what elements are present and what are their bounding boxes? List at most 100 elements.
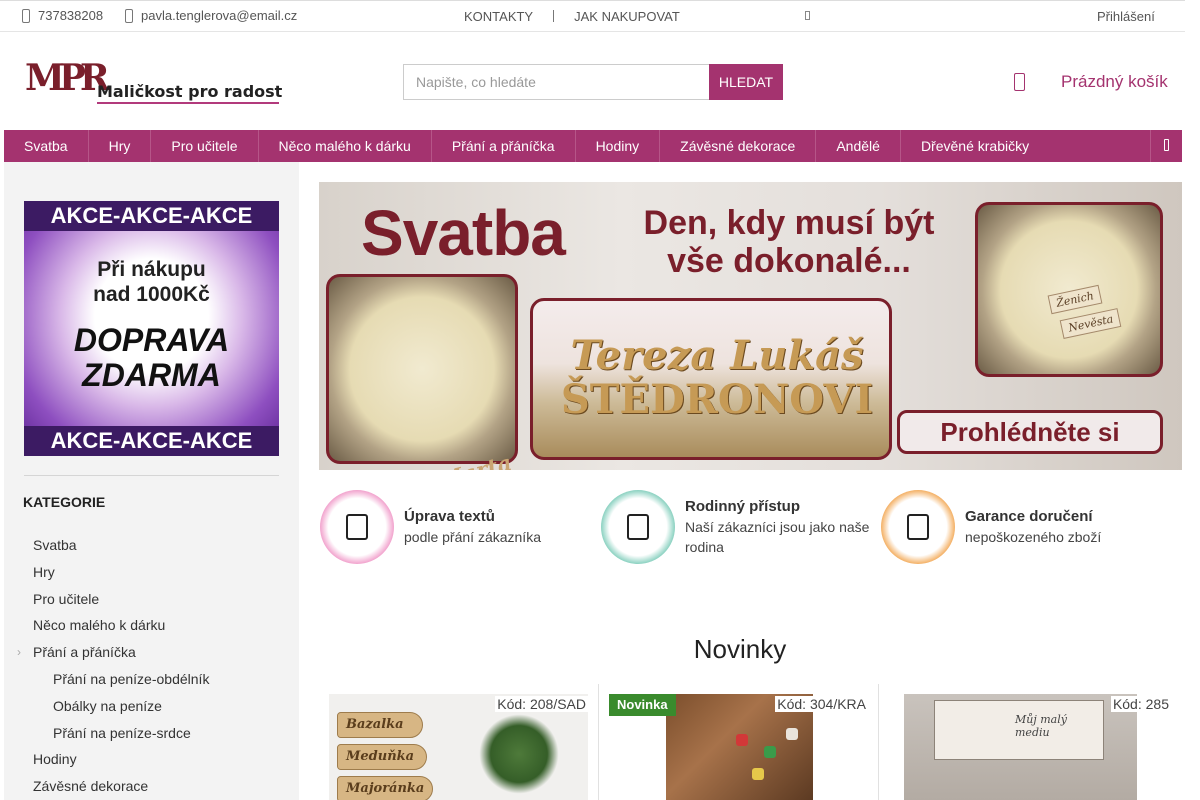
promo-top: AKCE-AKCE-AKCE — [24, 201, 279, 231]
cart-label: Prázdný košík — [1061, 72, 1168, 91]
product-code: Kód: 304/KRA — [775, 696, 868, 712]
email-address: pavla.tenglerova@email.cz — [141, 8, 298, 23]
category-item-hry[interactable]: Hry — [33, 559, 209, 586]
subcategory-item-srdce[interactable]: Přání na peníze-srdce — [33, 720, 209, 747]
top-links: KONTAKTY JAK NAKUPOVAT — [464, 9, 680, 24]
category-item-prani[interactable]: Přání a přáníčka — [17, 639, 209, 666]
email-contact[interactable]: pavla.tenglerova@email.cz — [125, 8, 297, 23]
cart[interactable]: Prázdný košík — [1014, 72, 1168, 92]
category-item-svatba[interactable]: Svatba — [33, 532, 209, 559]
phone-contact[interactable]: 737838208 — [22, 8, 103, 23]
banner-cta-button[interactable]: Prohlédněte si — [897, 410, 1163, 454]
subcategory-item-obalky[interactable]: Obálky na peníze — [33, 693, 209, 720]
nav-item-hry[interactable]: Hry — [89, 130, 152, 162]
logo-text: Maličkost pro radost — [97, 82, 283, 101]
category-item-pro-ucitele[interactable]: Pro učitele — [33, 586, 209, 613]
section-title-novinky: Novinky — [693, 634, 787, 664]
phone-icon — [22, 8, 30, 23]
promo-big-1: DOPRAVA — [73, 322, 230, 358]
category-item-hodiny[interactable]: Hodiny — [33, 746, 209, 773]
family-house-icon — [601, 490, 675, 564]
wooden-box-photo: Můj malý mediu — [934, 700, 1104, 760]
sidebar: AKCE-AKCE-AKCE Při nákupu nad 1000Kč DOP… — [4, 162, 299, 800]
product-label-plank: Bazalka — [337, 712, 423, 738]
product-card[interactable]: Novinka Kód: 304/KRA — [598, 684, 879, 800]
promo-subtitle: Při nákupu nad 1000Kč — [24, 257, 279, 307]
mail-icon — [125, 8, 133, 23]
banner-title: Svatba — [361, 197, 566, 269]
banner-headline: Den, kdy musí být vše dokonalé... — [619, 204, 959, 280]
banner-photo-plate-right — [975, 202, 1163, 377]
feature-subtitle: nepoškozeného zboží — [965, 529, 1102, 545]
subcategory-item-obdelnik[interactable]: Přání na peníze-obdélník — [33, 666, 209, 693]
search-input[interactable] — [403, 64, 709, 100]
logo-mark: MPR — [25, 57, 110, 99]
product-grid: Bazalka Meduňka Majoránka Kód: 208/SAD N… — [319, 684, 1181, 800]
dice-photo — [764, 746, 776, 758]
logo-underline — [97, 102, 279, 104]
top-bar: 737838208 pavla.tenglerova@email.cz KONT… — [0, 0, 1185, 32]
logo[interactable]: MPR Maličkost pro radost — [25, 57, 283, 104]
feature-subtitle: podle přání zákazníka — [404, 529, 541, 545]
product-card[interactable]: Bazalka Meduňka Majoránka Kód: 208/SAD — [319, 684, 598, 800]
nav-item-andele[interactable]: Andělé — [816, 130, 901, 162]
phone-number: 737838208 — [38, 8, 104, 23]
promo-bottom: AKCE-AKCE-AKCE — [24, 426, 279, 456]
feature-title: Garance doručení — [965, 508, 1093, 525]
feature-delivery-guarantee: Garance doručení nepoškozeného zboží — [881, 490, 1101, 564]
nav-item-svatba[interactable]: Svatba — [4, 130, 89, 162]
promo-headline: DOPRAVA ZDARMA — [24, 323, 279, 393]
contacts-link[interactable]: KONTAKTY — [464, 9, 533, 24]
dice-photo — [786, 728, 798, 740]
banner-names: Tereza Lukáš — [570, 332, 864, 379]
product-label-plank: Meduňka — [337, 744, 427, 770]
settings-icon[interactable] — [805, 11, 810, 20]
main-nav: Svatba Hry Pro učitele Něco malého k dár… — [4, 130, 1182, 162]
promo-big-2: ZDARMA — [82, 357, 221, 393]
categories-title: KATEGORIE — [23, 494, 106, 510]
banner-headline-1: Den, kdy musí být — [643, 204, 935, 242]
plate-script: Teta Marta — [378, 450, 515, 470]
product-card[interactable]: Můj malý mediu Kód: 285 — [879, 684, 1181, 800]
search-bar: HLEDAT — [403, 64, 783, 100]
category-item-neco-maleho[interactable]: Něco malého k dárku — [33, 612, 209, 639]
nav-more-button[interactable] — [1150, 130, 1182, 162]
feature-title: Rodinný přístup — [685, 498, 800, 515]
more-icon — [1164, 139, 1169, 151]
new-badge: Novinka — [609, 694, 676, 716]
dice-photo — [752, 768, 764, 780]
promo-line-2: nad 1000Kč — [93, 283, 210, 306]
product-code: Kód: 285 — [1110, 696, 1171, 712]
shopping-bag-icon — [1014, 73, 1025, 91]
promo-banner[interactable]: AKCE-AKCE-AKCE Při nákupu nad 1000Kč DOP… — [24, 201, 279, 456]
nav-item-hodiny[interactable]: Hodiny — [576, 130, 661, 162]
login-link[interactable]: Přihlášení — [1097, 9, 1155, 24]
feature-text-editing: Úprava textů podle přání zákazníka — [320, 490, 541, 564]
nav-item-drevene-krabicky[interactable]: Dřevěné krabičky — [901, 130, 1049, 162]
clipboard-edit-icon — [320, 490, 394, 564]
divider — [24, 475, 279, 476]
feature-title: Úprava textů — [404, 508, 495, 525]
how-to-buy-link[interactable]: JAK NAKUPOVAT — [574, 9, 680, 24]
hero-banner[interactable]: Teta Marta Svatba Den, kdy musí být vše … — [319, 182, 1182, 470]
product-label-plank: Majoránka — [337, 776, 433, 800]
category-item-zavesne[interactable]: Závěsné dekorace — [33, 773, 209, 800]
herb-photo — [479, 714, 559, 794]
promo-line-1: Při nákupu — [97, 258, 206, 281]
feature-subtitle: Naší zákazníci jsou jako naše rodina — [685, 519, 870, 555]
banner-headline-2: vše dokonalé... — [667, 242, 911, 280]
product-image[interactable]: Můj malý mediu — [904, 694, 1137, 800]
banner-photo-plate-left: Teta Marta — [326, 274, 518, 470]
banner-surname: ŠTĚDRONOVI — [560, 376, 874, 423]
dice-photo — [736, 734, 748, 746]
box-engraving: Můj malý mediu — [1015, 713, 1067, 739]
nav-item-neco-maleho[interactable]: Něco malého k dárku — [259, 130, 432, 162]
nav-item-prani[interactable]: Přání a přáníčka — [432, 130, 576, 162]
divider — [553, 10, 555, 22]
category-list: Svatba Hry Pro učitele Něco malého k dár… — [17, 532, 209, 800]
nav-item-pro-ucitele[interactable]: Pro učitele — [151, 130, 259, 162]
search-button[interactable]: HLEDAT — [709, 64, 783, 100]
feature-family-approach: Rodinný přístup Naší zákazníci jsou jako… — [601, 490, 875, 564]
nav-item-zavesne-dekorace[interactable]: Závěsné dekorace — [660, 130, 817, 162]
package-hands-icon — [881, 490, 955, 564]
